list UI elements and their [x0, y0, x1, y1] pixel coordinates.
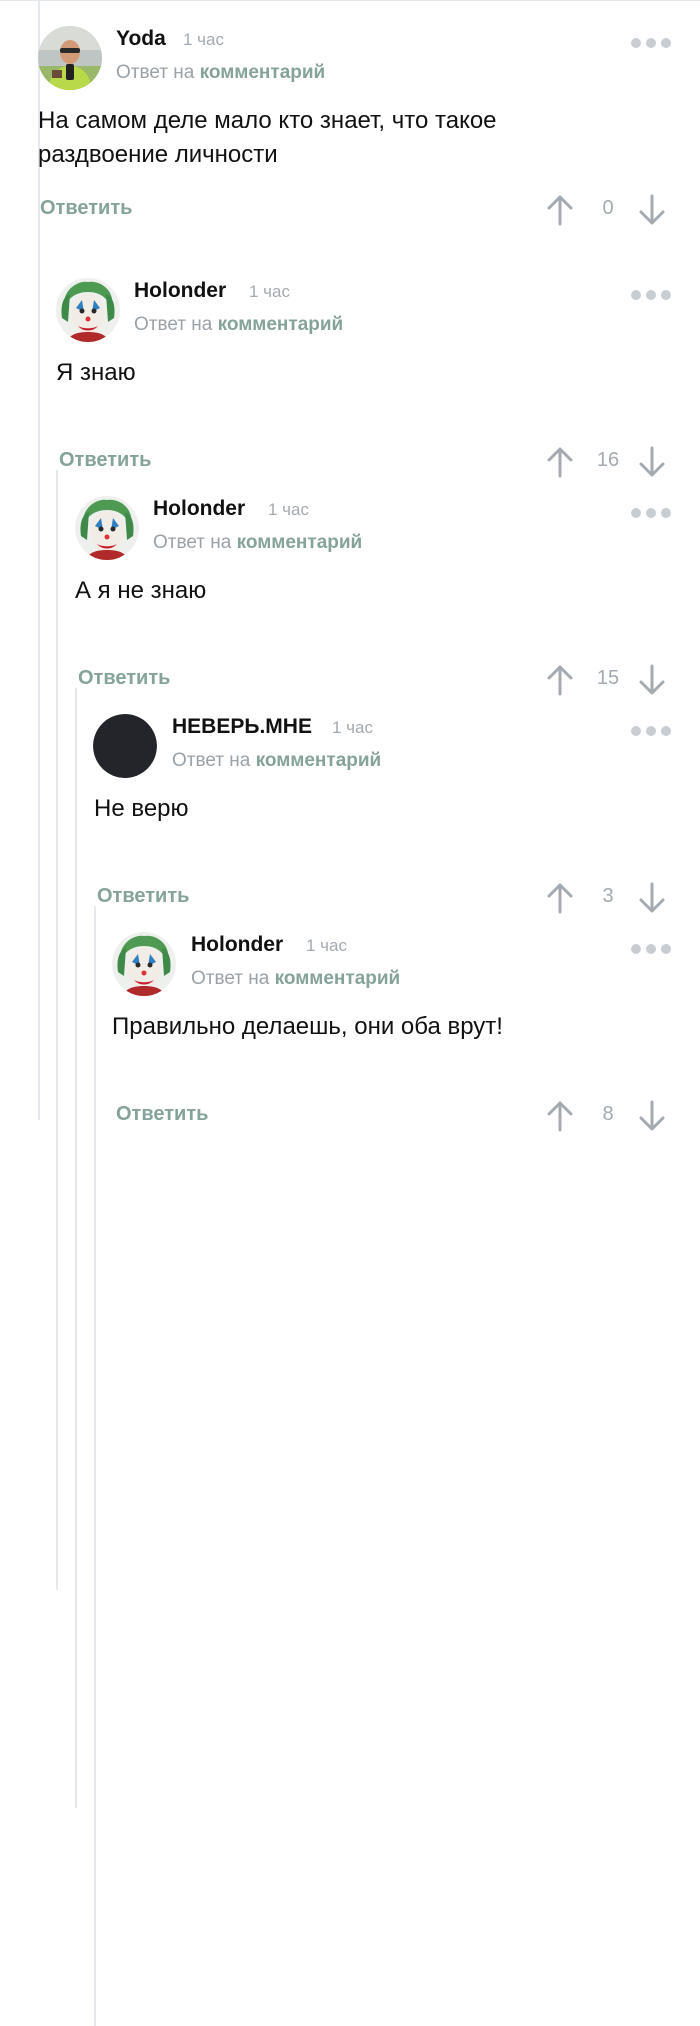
comment-text: Я знаю: [56, 359, 136, 386]
photo-avatar-icon: [38, 26, 102, 90]
vote-controls: 8: [546, 1098, 666, 1132]
more-options-icon[interactable]: [631, 36, 671, 50]
upvote-arrow-icon[interactable]: [546, 194, 574, 226]
reply-prefix: Ответ на: [191, 968, 270, 989]
comment: Holonder 1 час Ответ на комментарий А я …: [0, 470, 700, 696]
reply-prefix: Ответ на: [153, 532, 232, 553]
comment-time: 1 час: [306, 936, 347, 955]
reply-button[interactable]: Ответить: [40, 197, 132, 220]
comment-time: 1 час: [249, 282, 290, 301]
comment-time: 1 час: [332, 718, 373, 737]
user-avatar[interactable]: [75, 496, 139, 560]
upvote-arrow-icon[interactable]: [546, 1100, 574, 1132]
vote-controls: 0: [546, 192, 666, 226]
comment-time: 1 час: [268, 500, 309, 519]
user-avatar[interactable]: [112, 932, 176, 996]
comment-text: Правильно делаешь, они оба врут!: [112, 1013, 503, 1040]
comment-text: На самом деле мало кто знает, что такое …: [38, 107, 497, 168]
comment-author[interactable]: НЕВЕРЬ.МНЕ: [172, 715, 312, 739]
comment: Holonder 1 час Ответ на комментарий Прав…: [0, 906, 700, 1132]
reply-to-line: Ответ на комментарий: [153, 532, 362, 554]
reply-to-line: Ответ на комментарий: [116, 62, 325, 84]
reply-to-line: Ответ на комментарий: [134, 314, 343, 336]
comment-author[interactable]: Holonder: [191, 933, 283, 957]
more-options-icon[interactable]: [631, 288, 671, 302]
reply-to-line: Ответ на комментарий: [191, 968, 400, 990]
reply-prefix: Ответ на: [134, 314, 213, 335]
parent-comment-link[interactable]: комментарий: [275, 968, 401, 989]
reply-to-line: Ответ на комментарий: [172, 750, 381, 772]
comment-author[interactable]: Yoda: [116, 27, 166, 51]
comment: Yoda 1 час Ответ на комментарий На самом…: [0, 0, 700, 226]
parent-comment-link[interactable]: комментарий: [218, 314, 344, 335]
parent-comment-link[interactable]: комментарий: [237, 532, 363, 553]
joker-avatar-icon: [112, 932, 176, 996]
vote-score: 16: [596, 449, 620, 471]
reply-prefix: Ответ на: [172, 750, 251, 771]
reply-button[interactable]: Ответить: [59, 449, 151, 472]
downvote-arrow-icon[interactable]: [638, 1100, 666, 1132]
vote-score: 15: [596, 667, 620, 689]
dark-circle-avatar-icon: [93, 714, 157, 778]
comment: НЕВЕРЬ.МНЕ 1 час Ответ на комментарий Не…: [0, 688, 700, 914]
joker-avatar-icon: [75, 496, 139, 560]
comment-time: 1 час: [183, 30, 224, 49]
parent-comment-link[interactable]: комментарий: [256, 750, 382, 771]
user-avatar[interactable]: [93, 714, 157, 778]
comment: Holonder 1 час Ответ на комментарий Я зн…: [0, 252, 700, 478]
vote-score: 0: [602, 197, 614, 219]
vote-score: 8: [602, 1103, 614, 1125]
more-options-icon[interactable]: [631, 942, 671, 956]
vote-score: 3: [602, 885, 614, 907]
comment-author[interactable]: Holonder: [134, 279, 226, 303]
more-options-icon[interactable]: [631, 724, 671, 738]
parent-comment-link[interactable]: комментарий: [200, 62, 326, 83]
downvote-arrow-icon[interactable]: [638, 194, 666, 226]
comment-text: А я не знаю: [75, 577, 207, 604]
comment-author[interactable]: Holonder: [153, 497, 245, 521]
user-avatar[interactable]: [38, 26, 102, 90]
user-avatar[interactable]: [56, 278, 120, 342]
reply-button[interactable]: Ответить: [116, 1103, 208, 1126]
comment-text: Не верю: [94, 795, 189, 822]
more-options-icon[interactable]: [631, 506, 671, 520]
joker-avatar-icon: [56, 278, 120, 342]
reply-button[interactable]: Ответить: [97, 885, 189, 908]
reply-button[interactable]: Ответить: [78, 667, 170, 690]
reply-prefix: Ответ на: [116, 62, 195, 83]
